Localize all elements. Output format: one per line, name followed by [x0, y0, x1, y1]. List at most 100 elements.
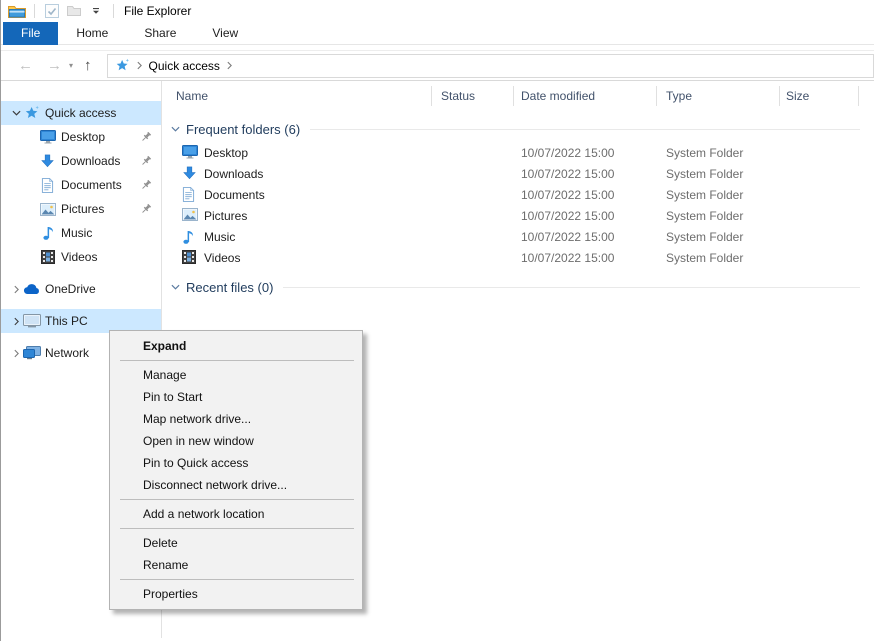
- ribbon-tabs: File Home Share View: [1, 22, 874, 45]
- menu-item-manage[interactable]: Manage: [110, 364, 362, 386]
- column-header-date-modified[interactable]: Date modified: [521, 89, 595, 103]
- column-header-type[interactable]: Type: [666, 89, 692, 103]
- menu-item-add-network-location[interactable]: Add a network location: [110, 503, 362, 525]
- column-header-name[interactable]: Name: [176, 89, 208, 103]
- file-date-modified: 10/07/2022 15:00: [521, 230, 614, 244]
- menu-item-expand[interactable]: Expand: [110, 335, 362, 357]
- tab-home[interactable]: Home: [58, 22, 126, 45]
- group-header-rule: [310, 129, 860, 130]
- chevron-right-icon[interactable]: [10, 285, 22, 294]
- tab-view[interactable]: View: [194, 22, 256, 45]
- chevron-down-icon[interactable]: [171, 126, 180, 132]
- tab-file[interactable]: File: [3, 22, 58, 45]
- pin-icon: [140, 179, 152, 191]
- sidebar-item-downloads[interactable]: Downloads: [1, 149, 161, 173]
- sidebar-item-pictures[interactable]: Pictures: [1, 197, 161, 221]
- sidebar-item-onedrive[interactable]: OneDrive: [1, 277, 161, 301]
- file-explorer-app-icon: [8, 2, 26, 20]
- address-bar[interactable]: Quick access: [107, 54, 874, 78]
- sidebar-item-label: Videos: [61, 250, 97, 264]
- menu-separator: [120, 579, 354, 580]
- pin-icon: [140, 131, 152, 143]
- sidebar-item-label: Music: [61, 226, 92, 240]
- file-date-modified: 10/07/2022 15:00: [521, 251, 614, 265]
- music-note-icon: [38, 225, 57, 241]
- titlebar-separator: [113, 4, 114, 18]
- menu-item-pin-to-quick-access[interactable]: Pin to Quick access: [110, 452, 362, 474]
- sidebar-item-documents[interactable]: Documents: [1, 173, 161, 197]
- network-icon: [22, 346, 41, 360]
- file-type: System Folder: [666, 251, 743, 265]
- file-name: Music: [204, 230, 235, 244]
- column-header-status[interactable]: Status: [441, 89, 475, 103]
- file-row-documents[interactable]: Documents 10/07/2022 15:00 System Folder: [162, 185, 874, 206]
- menu-item-delete[interactable]: Delete: [110, 532, 362, 554]
- group-header-frequent-folders[interactable]: Frequent folders (6): [162, 119, 874, 139]
- videos-film-icon: [182, 250, 196, 264]
- group-header-label: Frequent folders (6): [186, 122, 300, 137]
- menu-item-rename[interactable]: Rename: [110, 554, 362, 576]
- column-divider[interactable]: [656, 86, 657, 106]
- pin-icon: [140, 203, 152, 215]
- sidebar-item-label: Pictures: [61, 202, 104, 216]
- file-date-modified: 10/07/2022 15:00: [521, 188, 614, 202]
- tab-share[interactable]: Share: [126, 22, 194, 45]
- chevron-down-icon[interactable]: [10, 110, 22, 116]
- menu-item-properties[interactable]: Properties: [110, 583, 362, 605]
- sidebar-item-label: OneDrive: [45, 282, 96, 296]
- file-name: Videos: [204, 251, 240, 265]
- this-pc-context-menu: Expand Manage Pin to Start Map network d…: [109, 330, 363, 610]
- desktop-icon: [38, 130, 57, 144]
- back-button[interactable]: ←: [11, 58, 40, 73]
- file-name: Downloads: [204, 167, 263, 181]
- sidebar-item-label: This PC: [45, 314, 88, 328]
- videos-film-icon: [38, 250, 57, 264]
- sidebar-item-label: Network: [45, 346, 89, 360]
- file-row-downloads[interactable]: Downloads 10/07/2022 15:00 System Folder: [162, 164, 874, 185]
- file-row-desktop[interactable]: Desktop 10/07/2022 15:00 System Folder: [162, 143, 874, 164]
- pin-icon: [140, 155, 152, 167]
- downloads-icon: [38, 154, 57, 169]
- chevron-down-icon[interactable]: [171, 284, 180, 290]
- column-divider[interactable]: [431, 86, 432, 106]
- file-row-music[interactable]: Music 10/07/2022 15:00 System Folder: [162, 227, 874, 248]
- quick-access-star-icon: [22, 105, 41, 121]
- column-divider[interactable]: [513, 86, 514, 106]
- file-date-modified: 10/07/2022 15:00: [521, 209, 614, 223]
- column-divider[interactable]: [779, 86, 780, 106]
- forward-button[interactable]: →: [40, 58, 69, 73]
- file-row-videos[interactable]: Videos 10/07/2022 15:00 System Folder: [162, 248, 874, 269]
- up-button[interactable]: ↑: [77, 58, 99, 73]
- column-divider[interactable]: [858, 86, 859, 106]
- file-type: System Folder: [666, 230, 743, 244]
- file-row-pictures[interactable]: Pictures 10/07/2022 15:00 System Folder: [162, 206, 874, 227]
- this-pc-monitor-icon: [22, 314, 41, 328]
- breadcrumb-chevron-icon[interactable]: [137, 61, 142, 70]
- downloads-icon: [182, 166, 197, 181]
- group-header-recent-files[interactable]: Recent files (0): [162, 277, 874, 297]
- file-date-modified: 10/07/2022 15:00: [521, 167, 614, 181]
- menu-item-map-network-drive[interactable]: Map network drive...: [110, 408, 362, 430]
- documents-icon: [38, 178, 57, 193]
- recent-locations-caret-icon[interactable]: ▾: [69, 61, 77, 70]
- sidebar-item-desktop[interactable]: Desktop: [1, 125, 161, 149]
- chevron-right-icon[interactable]: [10, 317, 22, 326]
- sidebar-item-music[interactable]: Music: [1, 221, 161, 245]
- desktop-icon: [182, 145, 198, 159]
- sidebar-item-videos[interactable]: Videos: [1, 245, 161, 269]
- menu-item-open-in-new-window[interactable]: Open in new window: [110, 430, 362, 452]
- menu-item-pin-to-start[interactable]: Pin to Start: [110, 386, 362, 408]
- sidebar-item-quick-access[interactable]: Quick access: [1, 101, 161, 125]
- chevron-right-icon[interactable]: [10, 349, 22, 358]
- qat-new-folder-icon[interactable]: [65, 2, 83, 20]
- breadcrumb-location[interactable]: Quick access: [149, 59, 220, 73]
- column-header-size[interactable]: Size: [786, 89, 809, 103]
- sidebar-item-label: Desktop: [61, 130, 105, 144]
- breadcrumb-chevron-icon[interactable]: [227, 61, 232, 70]
- menu-item-disconnect-network-drive[interactable]: Disconnect network drive...: [110, 474, 362, 496]
- group-header-label: Recent files (0): [186, 280, 273, 295]
- music-note-icon: [182, 229, 194, 245]
- qat-properties-check-icon[interactable]: [43, 2, 61, 20]
- customize-quick-access-toolbar-caret-icon[interactable]: [87, 2, 105, 20]
- file-name: Desktop: [204, 146, 248, 160]
